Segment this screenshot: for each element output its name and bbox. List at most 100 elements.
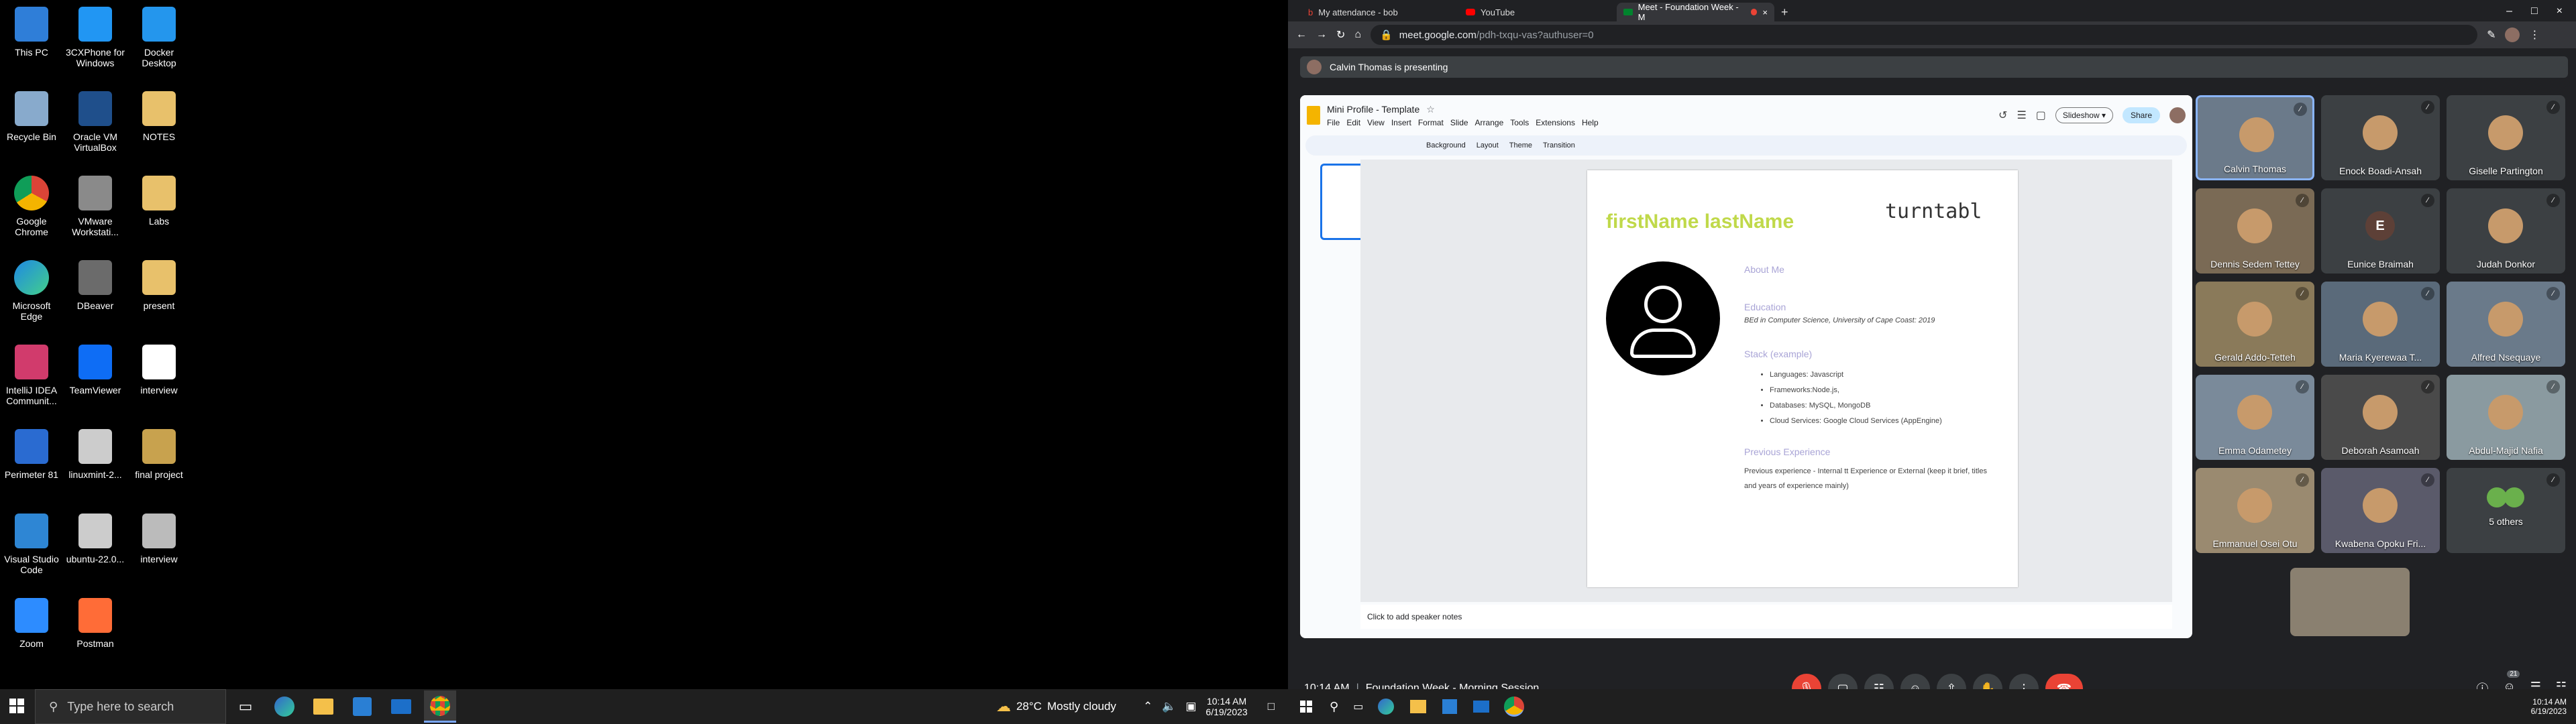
presentation[interactable]: Mini Profile - Template ☆ File Edit View Ins…: [1300, 95, 2192, 638]
menu-item[interactable]: Slide: [1450, 118, 1468, 127]
clock[interactable]: 10:14 AM 6/19/2023: [2531, 697, 2567, 716]
maximize-icon[interactable]: □: [2531, 5, 2538, 17]
toolbar-theme[interactable]: Theme: [1509, 141, 1532, 149]
desktop-icon[interactable]: VMware Workstati...: [65, 173, 125, 237]
notification-icon[interactable]: □: [1268, 700, 1275, 713]
weather-text[interactable]: Mostly cloudy: [1047, 700, 1116, 713]
desktop-icon[interactable]: DBeaver: [65, 257, 125, 311]
toolbar-layout[interactable]: Layout: [1477, 141, 1499, 149]
menu-item[interactable]: Extensions: [1536, 118, 1575, 127]
new-tab-button[interactable]: +: [1774, 3, 1794, 21]
desktop-icon[interactable]: final project: [129, 426, 189, 480]
desktop-icon[interactable]: TeamViewer: [65, 342, 125, 396]
mail-icon[interactable]: [385, 690, 417, 723]
toolbar-transition[interactable]: Transition: [1543, 141, 1575, 149]
participant-tile[interactable]: ∕ Emmanuel Osei Otu: [2196, 468, 2314, 553]
file-explorer-icon[interactable]: [307, 690, 339, 723]
menu-item[interactable]: File: [1327, 118, 1340, 127]
menu-item[interactable]: Edit: [1346, 118, 1360, 127]
participant-tile[interactable]: ∕ Dennis Sedem Tettey: [2196, 188, 2314, 274]
url-field[interactable]: 🔒 meet.google.com/pdh-txqu-vas?authuser=…: [1371, 25, 2478, 45]
menu-item[interactable]: Insert: [1391, 118, 1411, 127]
desktop-icon[interactable]: NOTES: [129, 88, 189, 142]
start-icon[interactable]: [9, 699, 24, 713]
slide[interactable]: firstName lastName turntabl About Me Edu…: [1587, 170, 2018, 587]
participant-tile[interactable]: E ∕ Eunice Braimah: [2321, 188, 2440, 274]
clock[interactable]: 10:14 AM 6/19/2023: [1205, 696, 1247, 717]
menu-item[interactable]: Help: [1582, 118, 1599, 127]
desktop-icon[interactable]: interview: [129, 511, 189, 564]
tab-meet[interactable]: Meet - Foundation Week - M ×: [1617, 2, 1774, 22]
desktop-icon[interactable]: Perimeter 81: [1, 426, 62, 480]
participant-tile[interactable]: ∕ Kwabena Opoku Fri...: [2321, 468, 2440, 553]
speaker-notes[interactable]: Click to add speaker notes: [1360, 605, 2172, 629]
edge-icon[interactable]: [1378, 699, 1395, 715]
weather-temp[interactable]: 28°C: [1016, 700, 1042, 713]
file-explorer-icon[interactable]: [1410, 700, 1427, 713]
menu-item[interactable]: View: [1367, 118, 1385, 127]
forward-icon[interactable]: →: [1316, 29, 1327, 41]
desktop-icon[interactable]: linuxmint-2...: [65, 426, 125, 480]
chrome-icon[interactable]: [424, 690, 456, 723]
desktop-icon[interactable]: Microsoft Edge: [1, 257, 62, 322]
participant-tile[interactable]: ∕ Emma Odametey: [2196, 375, 2314, 460]
close-icon[interactable]: ×: [1762, 7, 1768, 17]
start-icon[interactable]: [1300, 701, 1312, 713]
participant-tile[interactable]: ∕ Alfred Nsequaye: [2447, 282, 2565, 367]
desktop-icon[interactable]: IntelliJ IDEA Communit...: [1, 342, 62, 406]
mail-icon[interactable]: [1473, 701, 1490, 713]
star-icon[interactable]: ☆: [1426, 104, 1435, 115]
task-view-icon[interactable]: ▭: [229, 690, 262, 723]
tab-youtube[interactable]: YouTube: [1459, 3, 1617, 21]
taskbar-search[interactable]: ⚲ Type here to search: [35, 689, 226, 724]
slideshow-button[interactable]: Slideshow ▾: [2055, 107, 2113, 123]
tab-attendance[interactable]: b My attendance - bob: [1301, 3, 1459, 21]
participant-tile[interactable]: ∕ Gerald Addo-Tetteh: [2196, 282, 2314, 367]
menu-item[interactable]: Arrange: [1475, 118, 1504, 127]
menu-item[interactable]: Tools: [1510, 118, 1529, 127]
profile-icon[interactable]: [2505, 27, 2520, 42]
comment-icon[interactable]: ☰: [2017, 109, 2026, 122]
desktop-icon[interactable]: Visual Studio Code: [1, 511, 62, 575]
menu-icon[interactable]: ⋮: [2529, 28, 2540, 42]
minimize-icon[interactable]: –: [2506, 5, 2512, 17]
camera-icon[interactable]: ▢: [2036, 109, 2046, 122]
reload-icon[interactable]: ↻: [1336, 28, 1345, 42]
network-icon[interactable]: ▣: [1185, 700, 1196, 713]
volume-icon[interactable]: 🔈: [1162, 700, 1176, 713]
menu-item[interactable]: Format: [1418, 118, 1444, 127]
participant-tile[interactable]: ∕ Calvin Thomas: [2196, 95, 2314, 180]
participant-tile[interactable]: ∕ Deborah Asamoah: [2321, 375, 2440, 460]
desktop-icon[interactable]: present: [129, 257, 189, 311]
desktop-icon[interactable]: This PC: [1, 4, 62, 58]
chrome-icon[interactable]: [1504, 697, 1525, 717]
self-view-tile[interactable]: [2290, 568, 2410, 636]
toolbar-background[interactable]: Background: [1426, 141, 1466, 149]
back-icon[interactable]: ←: [1296, 29, 1307, 41]
desktop-icon[interactable]: Docker Desktop: [129, 4, 189, 68]
search-icon[interactable]: ⚲: [1330, 700, 1338, 714]
desktop-icon[interactable]: Zoom: [1, 595, 62, 649]
desktop-icon[interactable]: Labs: [129, 173, 189, 227]
home-icon[interactable]: ⌂: [1354, 29, 1361, 41]
chevron-up-icon[interactable]: ⌃: [1143, 700, 1152, 713]
desktop-icon[interactable]: Recycle Bin: [1, 88, 62, 142]
task-view-icon[interactable]: ▭: [1353, 700, 1363, 713]
close-window-icon[interactable]: ×: [2557, 5, 2563, 17]
participant-tile[interactable]: ∕ Enock Boadi-Ansah: [2321, 95, 2440, 180]
desktop-icon[interactable]: Google Chrome: [1, 173, 62, 237]
doc-title[interactable]: Mini Profile - Template: [1327, 104, 1419, 115]
participant-tile[interactable]: ∕ 5 others: [2447, 468, 2565, 553]
desktop-icon[interactable]: 3CXPhone for Windows: [65, 4, 125, 68]
desktop-icon[interactable]: Postman: [65, 595, 125, 649]
participant-tile[interactable]: ∕ Maria Kyerewaa T...: [2321, 282, 2440, 367]
participant-tile[interactable]: ∕ Judah Donkor: [2447, 188, 2565, 274]
desktop-icon[interactable]: ubuntu-22.0...: [65, 511, 125, 564]
weather-icon[interactable]: ☁: [996, 698, 1011, 715]
edge-icon[interactable]: [268, 690, 301, 723]
store-icon[interactable]: [1442, 699, 1458, 714]
share-button[interactable]: Share: [2122, 107, 2160, 123]
participant-tile[interactable]: ∕ Giselle Partington: [2447, 95, 2565, 180]
history-icon[interactable]: ↺: [1998, 109, 2007, 122]
desktop-icon[interactable]: Oracle VM VirtualBox: [65, 88, 125, 153]
